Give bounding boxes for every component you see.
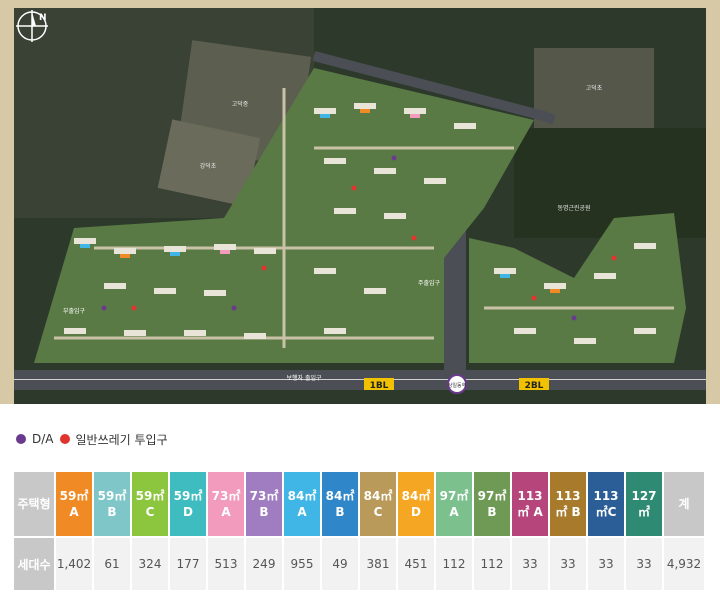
trash-marker-icon xyxy=(59,434,70,444)
unit-count-cell: 513 xyxy=(208,536,246,590)
unit-type-header: 59㎡C xyxy=(132,472,170,536)
unit-count-cell: 249 xyxy=(246,536,284,590)
unit-type-header: 97㎡A xyxy=(436,472,474,536)
unit-count-cell: 33 xyxy=(626,536,664,590)
unit-type-header: 84㎡C xyxy=(360,472,398,536)
unit-count-cell: 33 xyxy=(550,536,588,590)
unit-count-cell: 112 xyxy=(436,536,474,590)
unit-count-cell: 33 xyxy=(512,536,550,590)
total-header: 계 xyxy=(664,472,706,536)
site-plan-drawing: 1BL 2BL 상일동역 고덕중 강덕초 고덕초 동명근린공원 주출입구 부출입… xyxy=(14,8,706,404)
block1-label: 1BL xyxy=(370,381,389,391)
unit-type-header: 113㎡ B xyxy=(550,472,588,536)
da-marker-icon xyxy=(16,434,26,444)
main-gate-label: 주출입구 xyxy=(418,279,441,287)
unit-type-header: 59㎡B xyxy=(94,472,132,536)
school-top-label: 고덕중 xyxy=(232,101,249,108)
unit-type-header: 59㎡A xyxy=(56,472,94,536)
unit-type-header: 84㎡A xyxy=(284,472,322,536)
unit-count-cell: 177 xyxy=(170,536,208,590)
unit-type-header: 59㎡D xyxy=(170,472,208,536)
unit-count-cell: 451 xyxy=(398,536,436,590)
total-count-cell: 4,932 xyxy=(664,536,706,590)
unit-type-header: 84㎡B xyxy=(322,472,360,536)
unit-type-header: 97㎡B xyxy=(474,472,512,536)
unit-count-cell: 112 xyxy=(474,536,512,590)
block2-label: 2BL xyxy=(525,381,544,391)
station-label: 상일동역 xyxy=(448,382,466,389)
sub-gate-label: 부출입구 xyxy=(63,307,86,315)
unit-count-cell: 49 xyxy=(322,536,360,590)
map-frame: 1BL 2BL 상일동역 고덕중 강덕초 고덕초 동명근린공원 주출입구 부출입… xyxy=(0,0,720,404)
unit-type-header: 73㎡B xyxy=(246,472,284,536)
legend-da-label: D/A xyxy=(32,432,54,446)
unit-type-header: 127㎡ xyxy=(626,472,664,536)
unit-type-header: 113㎡C xyxy=(588,472,626,536)
compass-letter: N xyxy=(39,13,47,23)
unit-count-cell: 381 xyxy=(360,536,398,590)
unit-count-cell: 324 xyxy=(132,536,170,590)
school-mid-label: 강덕초 xyxy=(200,162,217,170)
row-label-count: 세대수 xyxy=(14,536,56,590)
unit-type-table: 주택형 59㎡A 59㎡B 59㎡C 59㎡D 73㎡A 73㎡B 84㎡A 84㎡B 84㎡C… xyxy=(14,472,706,590)
unit-type-header: 113㎡ A xyxy=(512,472,550,536)
north-compass-icon: N xyxy=(16,10,48,42)
unit-type-header: 84㎡D xyxy=(398,472,436,536)
unit-count-cell: 61 xyxy=(94,536,132,590)
marker-legend: D/A 일반쓰레기 투입구 xyxy=(16,430,168,448)
legend-trash-label: 일반쓰레기 투입구 xyxy=(75,432,168,447)
unit-count-cell: 955 xyxy=(284,536,322,590)
unit-type-header-row: 주택형 59㎡A 59㎡B 59㎡C 59㎡D 73㎡A 73㎡B 84㎡A 84㎡B 84㎡C… xyxy=(14,472,706,536)
unit-type-header: 73㎡A xyxy=(208,472,246,536)
site-plan-map: 1BL 2BL 상일동역 고덕중 강덕초 고덕초 동명근린공원 주출입구 부출입… xyxy=(14,8,706,404)
park-label: 동명근린공원 xyxy=(557,204,590,212)
ped-gate-label: 보행자 출입구 xyxy=(286,374,322,382)
unit-count-row: 세대수 1,402 61 324 177 513 249 955 49 381 451 112 112… xyxy=(14,536,706,590)
row-label-type: 주택형 xyxy=(14,472,56,536)
unit-count-cell: 33 xyxy=(588,536,626,590)
unit-count-cell: 1,402 xyxy=(56,536,94,590)
school-right-label: 고덕초 xyxy=(586,85,603,92)
